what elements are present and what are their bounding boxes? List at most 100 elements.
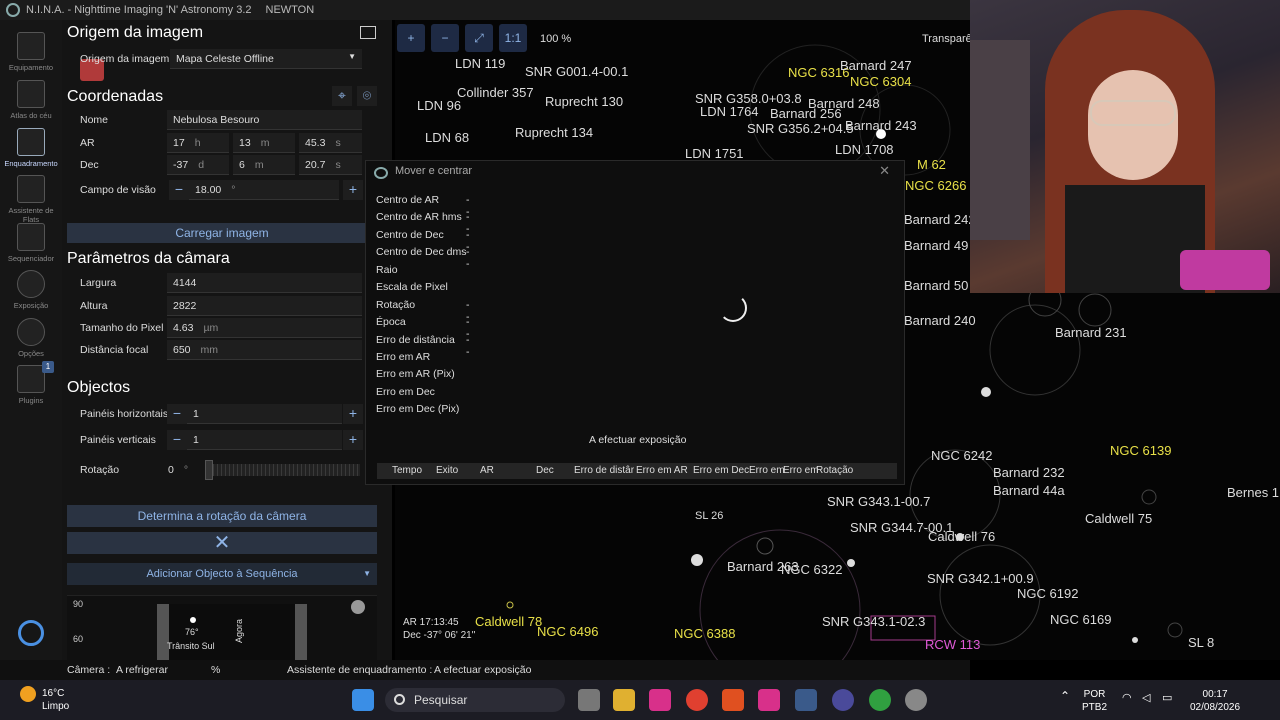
v-panels-decrease-button[interactable]: − (167, 430, 187, 450)
sky-object-label[interactable]: LDN 119 (455, 56, 505, 71)
sky-object-label[interactable]: NGC 6242 (931, 448, 992, 463)
sky-object-label[interactable]: NGC 6496 (537, 624, 598, 639)
app-icon[interactable] (649, 689, 671, 711)
record-icon[interactable] (351, 600, 365, 614)
taskbar-search[interactable]: Pesquisar (385, 688, 565, 712)
dec-minutes-field[interactable]: 6m (233, 155, 295, 175)
column-header[interactable]: Erro em (749, 465, 785, 476)
add-to-sequence-button[interactable]: Adicionar Objecto à Sequência ▼ (67, 563, 377, 585)
dec-degrees-field[interactable]: -37 d (167, 155, 229, 175)
sky-object-label[interactable]: RCW 113 (925, 637, 980, 652)
app-icon[interactable] (758, 689, 780, 711)
rotation-field[interactable]: 0 ° (162, 460, 200, 480)
power-icon[interactable] (18, 620, 44, 646)
book-icon[interactable] (360, 26, 376, 39)
column-header[interactable]: Rotação (816, 465, 853, 476)
sky-object-label[interactable]: NGC 6266 (905, 178, 966, 193)
column-header[interactable]: Tempo (392, 465, 422, 476)
nina-taskbar-icon[interactable] (795, 689, 817, 711)
column-header[interactable]: Exito (436, 465, 458, 476)
h-panels-increase-button[interactable]: + (343, 404, 363, 424)
zoom-out-icon[interactable]: − (431, 24, 459, 52)
nav-sequencer[interactable]: Sequenciador (0, 223, 62, 263)
close-icon[interactable]: ✕ (879, 163, 890, 179)
sky-object-label[interactable]: NGC 6192 (1017, 586, 1078, 601)
sky-object-label[interactable]: NGC 6304 (850, 74, 911, 89)
sky-object-label[interactable]: NGC 6388 (674, 626, 735, 641)
battery-icon[interactable]: ▭ (1162, 692, 1172, 705)
sky-object-label[interactable]: Barnard 44a (993, 483, 1065, 498)
width-field[interactable]: 4144 (167, 273, 362, 293)
sky-object-label[interactable]: Barnard 49 (904, 238, 968, 253)
fov-decrease-button[interactable]: − (169, 180, 189, 200)
nav-plugins[interactable]: 1 Plugins (0, 361, 62, 405)
sky-object-label[interactable]: LDN 1708 (835, 142, 894, 157)
v-panels-increase-button[interactable]: + (343, 430, 363, 450)
sky-object-label[interactable]: SL 26 (695, 510, 723, 522)
nav-equipment[interactable]: Equipamento (0, 32, 62, 72)
sky-object-label[interactable]: LDN 1751 (685, 146, 744, 161)
wifi-icon[interactable]: ◠ (1122, 692, 1132, 705)
crosshair-icon[interactable]: ⌖ (332, 86, 352, 106)
nav-sky-atlas[interactable]: Atlas do céu (0, 80, 62, 120)
file-explorer-icon[interactable] (613, 689, 635, 711)
ra-seconds-field[interactable]: 45.3 s (299, 133, 362, 153)
ra-hours-field[interactable]: 17 h (167, 133, 229, 153)
task-view-icon[interactable] (578, 689, 600, 711)
nav-imaging[interactable]: Exposição (0, 270, 62, 310)
column-header[interactable]: Dec (536, 465, 554, 476)
sky-object-label[interactable]: Barnard 232 (993, 465, 1065, 480)
nav-options[interactable]: Opções (0, 318, 62, 358)
fov-field[interactable]: 18.00 ° (189, 180, 339, 200)
sky-object-label[interactable]: SNR G001.4-00.1 (525, 64, 628, 79)
sky-object-label[interactable]: Caldwell 75 (1085, 511, 1152, 526)
volume-icon[interactable]: ◁ (1142, 692, 1150, 705)
rotation-slider[interactable] (205, 460, 360, 480)
sky-object-label[interactable]: Caldwell 78 (475, 614, 542, 629)
sky-object-label[interactable]: SNR G343.1-02.3 (822, 614, 925, 629)
sky-object-label[interactable]: NGC 6169 (1050, 612, 1111, 627)
sky-object-label[interactable]: Bernes 1 (1227, 485, 1279, 500)
v-panels-field[interactable]: 1 (187, 430, 342, 450)
sky-object-label[interactable]: Ruprecht 134 (515, 125, 593, 140)
weather-widget[interactable]: 16°C Limpo (42, 687, 69, 713)
app-icon[interactable] (869, 689, 891, 711)
height-field[interactable]: 2822 (167, 296, 362, 316)
clock[interactable]: 00:17 02/08/2026 (1190, 688, 1240, 714)
sky-object-label[interactable]: M 62 (917, 157, 946, 172)
name-field[interactable]: Nebulosa Besouro (167, 110, 362, 130)
load-image-button[interactable]: Carregar imagem (67, 223, 377, 243)
column-header[interactable]: Erro em (783, 465, 819, 476)
fit-icon[interactable]: ⤢ (465, 24, 493, 52)
sky-object-label[interactable]: Barnard 242 (904, 212, 976, 227)
one-to-one-button[interactable]: 1:1 (499, 24, 527, 52)
sky-object-label[interactable]: LDN 68 (425, 130, 469, 145)
sky-object-label[interactable]: LDN 96 (417, 98, 461, 113)
sky-object-label[interactable]: NGC 6322 (781, 562, 842, 577)
windows-start-icon[interactable] (352, 689, 374, 711)
dec-seconds-field[interactable]: 20.7 s (299, 155, 362, 175)
chevron-down-icon[interactable]: ▼ (363, 563, 371, 585)
map-pin-icon[interactable]: ⌾ (357, 86, 377, 106)
sky-object-label[interactable]: Barnard 248 (808, 96, 880, 111)
zoom-in-icon[interactable]: + (397, 24, 425, 52)
fov-increase-button[interactable]: + (343, 180, 363, 200)
sky-object-label[interactable]: Ruprecht 130 (545, 94, 623, 109)
sky-object-label[interactable]: SNR G343.1-00.7 (827, 494, 930, 509)
h-panels-field[interactable]: 1 (187, 404, 342, 424)
brave-icon[interactable] (722, 689, 744, 711)
sky-object-label[interactable]: Collinder 357 (457, 85, 534, 100)
determine-rotation-button[interactable]: Determina a rotação da câmera (67, 505, 377, 527)
sky-object-label[interactable]: SL 8 (1188, 635, 1214, 650)
cancel-icon[interactable]: ✕ (67, 532, 377, 554)
sky-object-label[interactable]: LDN 1764 (700, 104, 759, 119)
pixel-size-field[interactable]: 4.63 µm (167, 318, 362, 338)
sky-object-label[interactable]: SNR G342.1+00.9 (927, 571, 1034, 586)
column-header[interactable]: Erro em AR (636, 465, 688, 476)
sky-object-label[interactable]: NGC 6139 (1110, 443, 1171, 458)
app-icon[interactable] (905, 689, 927, 711)
sky-object-label[interactable]: SNR G356.2+04.5 (747, 121, 854, 136)
h-panels-decrease-button[interactable]: − (167, 404, 187, 424)
nav-framing[interactable]: Enquadramento (0, 128, 62, 168)
chrome-icon[interactable] (686, 689, 708, 711)
